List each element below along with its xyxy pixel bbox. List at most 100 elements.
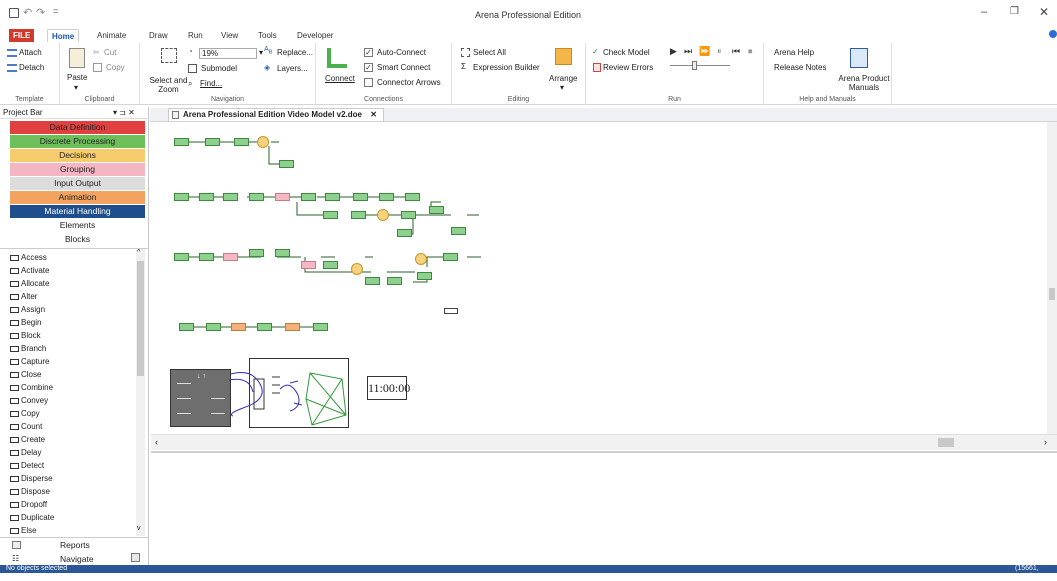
panel-material-handling[interactable]: Material Handling: [10, 205, 145, 218]
create-module[interactable]: [174, 138, 189, 146]
check-model-button[interactable]: Check Model: [603, 48, 650, 57]
module-item[interactable]: Count: [10, 420, 42, 433]
tab-run[interactable]: Run: [184, 29, 207, 42]
module[interactable]: [397, 229, 412, 237]
panel-data-definition[interactable]: Data Definition: [10, 121, 145, 134]
navigate-panel-button[interactable]: Navigate: [60, 554, 94, 564]
expression-builder-button[interactable]: Expression Builder: [473, 63, 540, 72]
module[interactable]: [179, 323, 194, 331]
auto-connect-checkbox[interactable]: ✓: [364, 48, 373, 57]
module-item[interactable]: Detect: [10, 459, 44, 472]
tab-home[interactable]: Home: [47, 29, 80, 42]
decide-module[interactable]: [257, 136, 269, 148]
connect-button[interactable]: Connect: [325, 74, 355, 83]
scroll-up-icon[interactable]: ^: [137, 249, 140, 256]
attach-button[interactable]: Attach: [19, 48, 42, 57]
layers-button[interactable]: Layers...: [277, 64, 308, 73]
zoom-field[interactable]: 19%: [199, 48, 257, 59]
maximize-icon[interactable]: ❐: [1010, 6, 1019, 17]
tab-tools[interactable]: Tools: [254, 29, 281, 42]
module[interactable]: [313, 323, 328, 331]
module-item[interactable]: Copy: [10, 407, 40, 420]
simulation-clock[interactable]: 11:00:00: [367, 376, 410, 400]
module-item[interactable]: Close: [10, 368, 41, 381]
scroll-down-icon[interactable]: v: [137, 525, 141, 532]
arrange-button[interactable]: Arrange: [549, 74, 577, 83]
module[interactable]: [325, 193, 340, 201]
submodel-button[interactable]: Submodel: [201, 64, 237, 73]
tab-draw[interactable]: Draw: [145, 29, 172, 42]
hscroll-thumb[interactable]: [938, 438, 954, 447]
reports-panel-button[interactable]: Reports: [60, 540, 90, 550]
module[interactable]: [353, 193, 368, 201]
decide-module[interactable]: [377, 209, 389, 221]
module[interactable]: [285, 323, 300, 331]
module[interactable]: [199, 193, 214, 201]
save-icon[interactable]: [9, 8, 19, 18]
paste-button[interactable]: Paste: [67, 73, 87, 82]
panel-input-output[interactable]: Input Output: [10, 177, 145, 190]
tab-animate[interactable]: Animate: [93, 29, 130, 42]
tab-developer[interactable]: Developer: [293, 29, 337, 42]
arena-help-button[interactable]: Arena Help: [774, 48, 814, 57]
product-manuals-button[interactable]: Arena Product Manuals: [838, 74, 890, 92]
module[interactable]: [365, 277, 380, 285]
step-icon[interactable]: ⏭: [684, 46, 692, 57]
parking-lot-animation[interactable]: ↓ ↑: [170, 369, 231, 427]
module[interactable]: [206, 323, 221, 331]
module[interactable]: [174, 253, 189, 261]
module-item[interactable]: Duplicate: [10, 511, 54, 524]
module[interactable]: [379, 193, 394, 201]
speed-slider[interactable]: [670, 65, 730, 66]
module[interactable]: [257, 323, 272, 331]
module-item[interactable]: Create: [10, 433, 45, 446]
panel-discrete-processing[interactable]: Discrete Processing: [10, 135, 145, 148]
module[interactable]: [351, 211, 366, 219]
module[interactable]: [231, 323, 246, 331]
module-item[interactable]: Dispose: [10, 485, 50, 498]
replace-button[interactable]: Replace...: [277, 48, 313, 57]
canvas-vertical-scrollbar[interactable]: [1047, 122, 1057, 434]
review-errors-button[interactable]: Review Errors: [603, 63, 653, 72]
module-scrollbar[interactable]: ^ v: [136, 249, 145, 536]
variable-display[interactable]: [444, 308, 458, 314]
module[interactable]: [443, 253, 458, 261]
release-notes-button[interactable]: Release Notes: [774, 63, 826, 72]
paste-dropdown-icon[interactable]: ▾: [74, 83, 78, 92]
process-module[interactable]: [205, 138, 220, 146]
module-item[interactable]: Alter: [10, 290, 37, 303]
module[interactable]: [451, 227, 466, 235]
module[interactable]: [301, 193, 316, 201]
module-item[interactable]: Convey: [10, 394, 48, 407]
undo-icon[interactable]: ↶: [23, 6, 32, 19]
canvas-horizontal-scrollbar[interactable]: ‹ ›: [151, 434, 1057, 450]
panel-grouping[interactable]: Grouping: [10, 163, 145, 176]
module-item[interactable]: Allocate: [10, 277, 49, 290]
panel-elements[interactable]: Elements: [10, 219, 145, 232]
scroll-thumb[interactable]: [137, 261, 144, 376]
document-tab[interactable]: Arena Professional Edition Video Model v…: [168, 108, 384, 121]
scroll-right-icon[interactable]: ›: [1044, 437, 1047, 447]
assign-module[interactable]: [234, 138, 249, 146]
module-item[interactable]: Branch: [10, 342, 46, 355]
module-item[interactable]: Begin: [10, 316, 41, 329]
qat-dropdown[interactable]: =: [53, 6, 58, 16]
panel-decisions[interactable]: Decisions: [10, 149, 145, 162]
go-icon[interactable]: ▶: [670, 46, 677, 57]
decide-module[interactable]: [415, 253, 427, 265]
module-item[interactable]: Access: [10, 251, 47, 264]
module-item[interactable]: Disperse: [10, 472, 53, 485]
module[interactable]: [417, 272, 432, 280]
find-button[interactable]: Find...: [200, 79, 222, 88]
module[interactable]: [301, 261, 316, 269]
module[interactable]: [249, 193, 264, 201]
minimize-icon[interactable]: –: [981, 6, 987, 18]
speed-slider-thumb[interactable]: [692, 61, 697, 70]
document-tab-close-icon[interactable]: ✕: [370, 110, 377, 119]
module[interactable]: [429, 206, 444, 214]
module-item[interactable]: Assign: [10, 303, 45, 316]
select-all-button[interactable]: Select All: [473, 48, 506, 57]
module[interactable]: [275, 249, 290, 257]
scroll-left-icon[interactable]: ‹: [155, 437, 158, 447]
decide-module[interactable]: [351, 263, 363, 275]
